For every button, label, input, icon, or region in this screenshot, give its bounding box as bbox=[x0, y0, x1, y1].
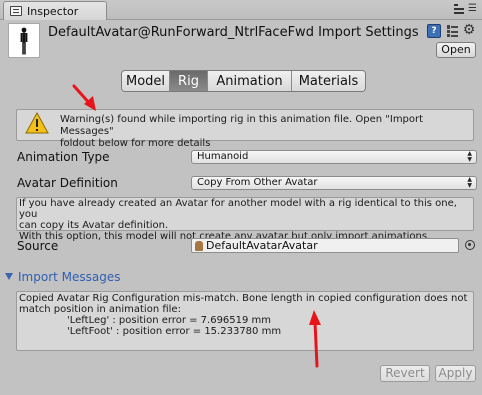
inspector-icon bbox=[10, 6, 22, 16]
annotation-arrow-icon bbox=[72, 84, 96, 111]
message-line: 'LeftFoot' : position error = 15.233780 … bbox=[67, 326, 282, 337]
source-object-field[interactable]: DefaultAvatarAvatar bbox=[191, 238, 459, 253]
warning-line: foldout below for more details bbox=[60, 138, 211, 149]
avatar-definition-value: Copy From Other Avatar bbox=[197, 177, 318, 188]
import-tabs: Model Rig Animation Materials bbox=[121, 70, 366, 92]
avatar-asset-icon bbox=[195, 241, 203, 251]
tab-inspector[interactable]: Inspector bbox=[3, 1, 107, 20]
preset-icon[interactable] bbox=[446, 24, 459, 38]
page-title: DefaultAvatar@RunForward_NtrlFaceFwd Imp… bbox=[48, 25, 419, 40]
info-line: can copy its Avatar definition. bbox=[19, 220, 169, 231]
avatar-definition-label: Avatar Definition bbox=[17, 176, 118, 190]
gear-icon[interactable]: ⚙ bbox=[462, 23, 476, 37]
tab-materials[interactable]: Materials bbox=[292, 71, 365, 91]
help-book-icon[interactable]: ? bbox=[427, 24, 441, 38]
warning-line: Warning(s) found while importing rig in … bbox=[60, 114, 424, 137]
tab-list-icon[interactable]: ☰ bbox=[467, 3, 478, 15]
message-line: match position in animation file: bbox=[19, 304, 181, 315]
import-messages-foldout[interactable]: Import Messages bbox=[18, 270, 121, 284]
source-label: Source bbox=[17, 239, 59, 253]
warning-icon bbox=[25, 111, 49, 134]
tab-label: Inspector bbox=[27, 4, 79, 18]
tab-menu-icon[interactable] bbox=[454, 4, 464, 15]
dropdown-arrows-icon: ▲ ▼ bbox=[467, 150, 472, 163]
warning-text: Warning(s) found while importing rig in … bbox=[60, 114, 472, 150]
foldout-arrow-icon[interactable] bbox=[5, 273, 13, 280]
figure-icon bbox=[20, 27, 28, 55]
tab-model[interactable]: Model bbox=[122, 71, 170, 91]
info-line: If you have already created an Avatar fo… bbox=[19, 198, 457, 220]
animation-type-dropdown[interactable]: Humanoid ▲ ▼ bbox=[191, 150, 477, 164]
object-picker-icon[interactable] bbox=[465, 240, 475, 250]
tab-rig[interactable]: Rig bbox=[170, 71, 208, 91]
tab-animation[interactable]: Animation bbox=[208, 71, 292, 91]
apply-button[interactable]: Apply bbox=[435, 365, 476, 382]
info-text: If you have already created an Avatar fo… bbox=[19, 198, 474, 242]
dropdown-arrows-icon: ▲ ▼ bbox=[467, 176, 472, 189]
animation-type-value: Humanoid bbox=[197, 151, 249, 162]
message-line: 'LeftLeg' : position error = 7.696519 mm bbox=[67, 315, 272, 326]
message-line: Copied Avatar Rig Configuration mis-matc… bbox=[19, 293, 468, 304]
open-button[interactable]: Open bbox=[436, 42, 476, 58]
revert-button[interactable]: Revert bbox=[380, 365, 430, 382]
avatar-definition-dropdown[interactable]: Copy From Other Avatar ▲ ▼ bbox=[191, 176, 477, 190]
animation-type-label: Animation Type bbox=[17, 150, 110, 164]
avatar-thumbnail bbox=[8, 23, 40, 58]
